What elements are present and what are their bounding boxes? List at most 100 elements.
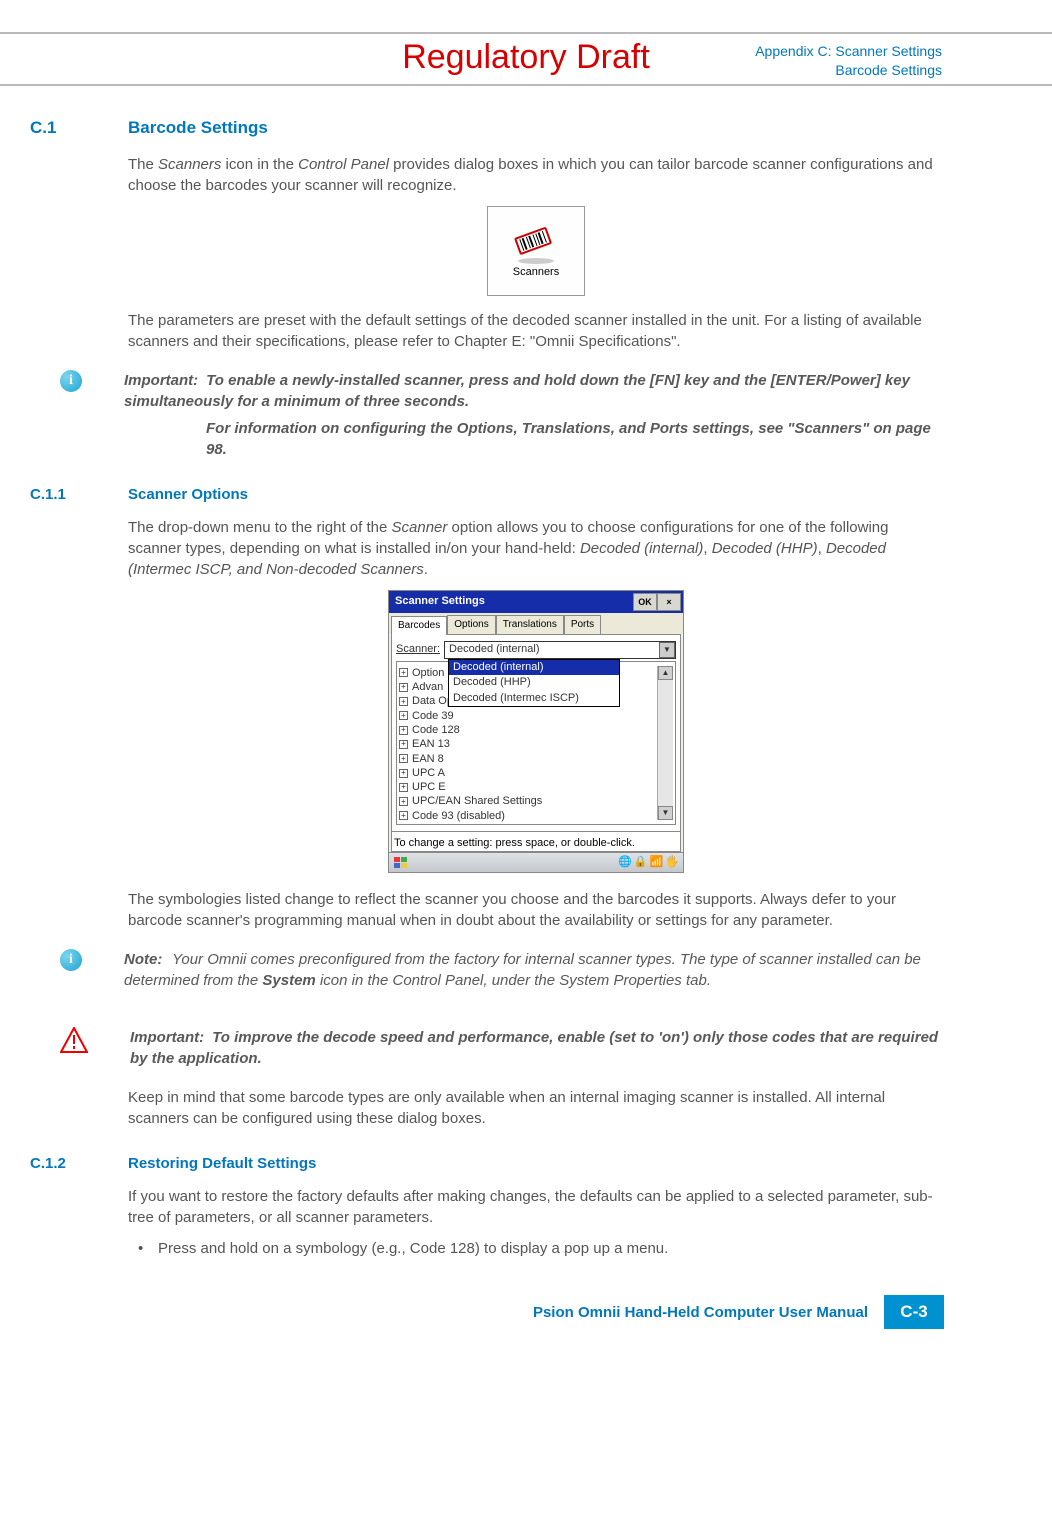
start-icon[interactable] [393,856,409,870]
tree-item[interactable]: + UPC A [399,766,657,780]
tray-icon[interactable]: 🔒 [634,855,648,870]
tab-options[interactable]: Options [447,615,495,634]
close-button[interactable]: × [657,593,681,611]
text-italic-decoded-hhp: Decoded (HHP) [712,540,818,557]
section-c11-title: Scanner Options [128,484,248,505]
section-c12-heading: C.1.2 Restoring Default Settings [30,1153,944,1174]
tree-label: Code 128 [412,723,460,737]
expand-icon[interactable]: + [399,769,408,778]
c11-paragraph-2: The symbologies listed change to reflect… [128,889,944,931]
dropdown-arrow-icon[interactable]: ▼ [659,642,675,658]
expand-icon[interactable]: + [399,754,408,763]
dropdown-option[interactable]: Decoded (internal) [449,660,619,675]
important-1-line-1: To enable a newly-installed scanner, pre… [124,372,910,410]
tab-barcodes[interactable]: Barcodes [391,616,447,635]
note-1: i Note: Your Omnii comes preconfigured f… [60,949,944,991]
scrollbar[interactable]: ▲ ▼ [657,666,673,820]
text-italic-scanner: Scanner [392,519,448,536]
tree-label: Code 39 [412,709,454,723]
note-1-text-b: System [262,972,315,989]
scanner-select-value: Decoded (internal) [449,642,540,657]
text-fragment: , [818,540,826,557]
text-fragment: icon in the [221,156,298,173]
expand-icon[interactable]: + [399,797,408,806]
hint-text: To change a setting: press space, or dou… [391,832,681,852]
tree-item[interactable]: + EAN 13 [399,737,657,751]
section-c12-title: Restoring Default Settings [128,1153,316,1174]
expand-icon[interactable]: + [399,683,408,692]
taskbar: 🌐 🔒 📶 🖐 [389,852,683,872]
tree-label: UPC E [412,780,446,794]
section-c1-number: C.1 [30,116,90,140]
section-c11-heading: C.1.1 Scanner Options [30,484,944,505]
section-c12-number: C.1.2 [30,1153,90,1174]
tree-label: Code 93 (disabled) [412,809,505,823]
c12-bullet-1: Press and hold on a symbology (e.g., Cod… [128,1238,944,1259]
important-1-body: Important: To enable a newly-installed s… [124,370,944,460]
footer-manual-title: Psion Omnii Hand-Held Computer User Manu… [533,1302,868,1323]
watermark-text: Regulatory Draft [0,34,1052,82]
expand-icon[interactable]: + [399,697,408,706]
expand-icon[interactable]: + [399,711,408,720]
page-footer: Psion Omnii Hand-Held Computer User Manu… [30,1295,944,1329]
text-fragment: , [703,540,711,557]
dropdown-option[interactable]: Decoded (HHP) [449,675,619,690]
window-titlebar: Scanner Settings OK × [389,591,683,613]
scanner-label: Scanner: [396,642,440,657]
scroll-up-icon[interactable]: ▲ [658,666,673,680]
tree-item[interactable]: + Code 39 [399,709,657,723]
window-title: Scanner Settings [395,594,485,609]
scanners-icon-caption: Scanners [513,265,559,280]
tree-label: EAN 13 [412,737,450,751]
expand-icon[interactable]: + [399,811,408,820]
note-label: Note: [124,949,168,970]
text-fragment: The drop-down menu to the right of the [128,519,392,536]
ok-button[interactable]: OK [633,593,657,611]
tray-signal-icon[interactable]: 📶 [650,855,664,870]
warning-icon [60,1027,88,1053]
tree-item[interactable]: +EAN 8 [399,752,657,766]
expand-icon[interactable]: + [399,668,408,677]
dropdown-option[interactable]: Decoded (Intermec ISCP) [449,691,619,706]
scanners-icon-figure: Scanners [487,206,585,296]
c11-paragraph-1: The drop-down menu to the right of the S… [128,517,944,580]
tree-item[interactable]: + UPC E [399,780,657,794]
tree-label: Advan [412,680,443,694]
tree-item[interactable]: + Code 128 [399,723,657,737]
page-number-badge: C-3 [884,1295,944,1329]
expand-icon[interactable]: + [399,726,408,735]
tree-item[interactable]: +UPC/EAN Shared Settings [399,794,657,808]
important-label: Important: [124,370,202,391]
tray-icon[interactable]: 🌐 [618,855,632,870]
c1-paragraph-2: The parameters are preset with the defau… [128,310,944,352]
tray-icon[interactable]: 🖐 [665,855,679,870]
section-c1-heading: C.1 Barcode Settings [30,116,944,140]
c1-paragraph-1: The Scanners icon in the Control Panel p… [128,154,944,196]
scanner-settings-screenshot: Scanner Settings OK × Barcodes Options T… [388,590,684,873]
note-1-body: Note: Your Omnii comes preconfigured fro… [124,949,944,991]
paragraph-after-important-2: Keep in mind that some barcode types are… [128,1087,944,1129]
scanner-select[interactable]: Decoded (internal) ▼ [444,641,676,659]
info-icon: i [60,949,82,971]
barcode-scanner-icon [511,221,561,265]
expand-icon[interactable]: + [399,740,408,749]
c12-bullet-list: Press and hold on a symbology (e.g., Cod… [128,1238,944,1259]
tab-translations[interactable]: Translations [496,615,564,634]
important-2-text: To improve the decode speed and performa… [130,1029,938,1067]
section-c1-title: Barcode Settings [128,116,268,140]
tab-ports[interactable]: Ports [564,615,601,634]
tree-item[interactable]: + Code 93 (disabled) [399,809,657,823]
text-italic-controlpanel: Control Panel [298,156,389,173]
text-italic-scanners: Scanners [158,156,221,173]
text-fragment: . [424,561,428,578]
expand-icon[interactable]: + [399,783,408,792]
tab-panel: Scanner: Decoded (internal) ▼ Decoded (i… [391,634,681,832]
tree-label: UPC A [412,766,445,780]
important-note-2: Important: To improve the decode speed a… [60,1027,944,1069]
scroll-down-icon[interactable]: ▼ [658,806,673,820]
tab-strip: Barcodes Options Translations Ports [389,613,683,634]
important-note-1: i Important: To enable a newly-installed… [60,370,944,460]
scanner-dropdown-list[interactable]: Decoded (internal) Decoded (HHP) Decoded… [448,659,620,707]
tree-label: Option [412,666,444,680]
c12-paragraph-1: If you want to restore the factory defau… [128,1186,944,1228]
